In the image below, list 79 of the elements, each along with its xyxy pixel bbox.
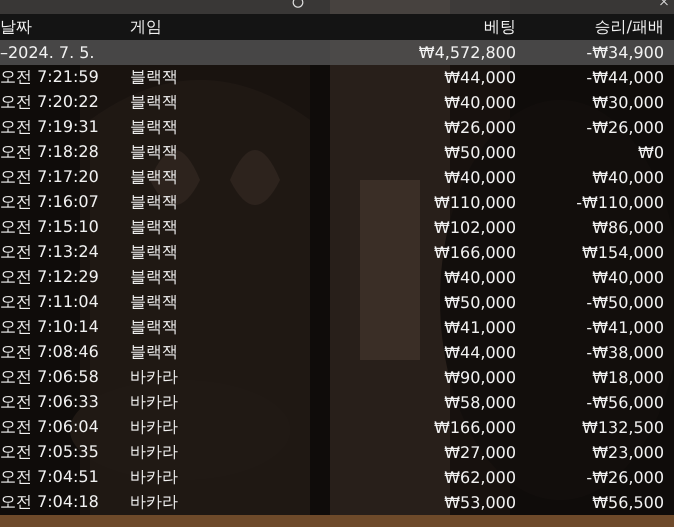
bet-cell-text: ₩27,000 (443, 443, 516, 462)
bet-cell-text: ₩166,000 (433, 243, 516, 262)
bet-cell-text: ₩41,000 (443, 318, 516, 337)
game-cell-text: 블랙잭 (130, 192, 179, 213)
result-cell-text: -₩110,000 (575, 193, 664, 212)
game-cell-text: 블랙잭 (130, 342, 179, 363)
game-cell-text: 블랙잭 (130, 92, 179, 113)
result-cell-text: -₩26,000 (585, 118, 664, 137)
bet-cell-text: ₩50,000 (443, 143, 516, 162)
result-cell-text: ₩23,000 (591, 443, 664, 462)
result-cell-text: ₩132,500 (581, 418, 664, 437)
bet-cell-text: ₩53,000 (443, 493, 516, 512)
game-cell-text: 블랙잭 (130, 292, 179, 313)
time-cell-text: 오전 7:04:51 (0, 467, 100, 488)
bet-cell-text: ₩58,000 (443, 393, 516, 412)
time-cell-text: 오전 7:19:31 (0, 117, 100, 138)
result-cell-text: -₩44,000 (585, 68, 664, 87)
bet-cell-text: ₩166,000 (433, 418, 516, 437)
game-cell-text: 블랙잭 (130, 142, 179, 163)
game-cell-text: 바카라 (130, 467, 179, 488)
game-cell-text: 블랙잭 (130, 317, 179, 338)
bet-cell-text: ₩40,000 (443, 93, 516, 112)
column-header: 승리/패배 (594, 16, 664, 38)
result-cell-text: -₩26,000 (585, 468, 664, 487)
time-cell-text: 오전 7:13:24 (0, 242, 100, 263)
column-header: 날짜 (0, 16, 33, 38)
time-cell-text: 오전 7:05:35 (0, 442, 100, 463)
time-cell-text: 오전 7:11:04 (0, 292, 100, 313)
game-cell-text: 바카라 (130, 417, 179, 438)
time-cell-text: 오전 7:21:59 (0, 67, 100, 88)
time-cell-text: 오전 7:15:10 (0, 217, 100, 238)
column-header: 게임 (130, 16, 163, 38)
time-cell-text: 오전 7:12:29 (0, 267, 100, 288)
bet-cell-text: ₩4,572,800 (418, 43, 516, 62)
game-cell-text: 블랙잭 (130, 267, 179, 288)
time-cell-text: 오전 7:16:07 (0, 192, 100, 213)
result-cell-text: ₩56,500 (591, 493, 664, 512)
bet-cell-text: ₩44,000 (443, 68, 516, 87)
result-cell-text: ₩30,000 (591, 93, 664, 112)
bet-cell-text: ₩102,000 (433, 218, 516, 237)
bet-cell-text: ₩110,000 (433, 193, 516, 212)
time-cell-text: 오전 7:08:46 (0, 342, 100, 363)
bet-cell-text: ₩90,000 (443, 368, 516, 387)
bet-cell-text: ₩62,000 (443, 468, 516, 487)
time-cell-text: 오전 7:10:14 (0, 317, 100, 338)
result-cell-text: ₩18,000 (591, 368, 664, 387)
game-cell-text: 바카라 (130, 367, 179, 388)
bet-cell-text: ₩40,000 (443, 168, 516, 187)
date-cell-text: –2024. 7. 5. (0, 43, 96, 62)
bet-cell-text: ₩40,000 (443, 268, 516, 287)
game-cell-text: 블랙잭 (130, 242, 179, 263)
time-cell-text: 오전 7:18:28 (0, 142, 100, 163)
time-cell-text: 오전 7:17:20 (0, 167, 100, 188)
bet-cell-text: ₩26,000 (443, 118, 516, 137)
time-cell-text: 오전 7:04:18 (0, 492, 100, 513)
time-cell-text: 오전 7:06:04 (0, 417, 100, 438)
game-cell-text: 블랙잭 (130, 217, 179, 238)
game-cell-text: 블랙잭 (130, 167, 179, 188)
game-cell-text: 블랙잭 (130, 117, 179, 138)
time-cell-text: 오전 7:06:58 (0, 367, 100, 388)
bet-cell-text: ₩50,000 (443, 293, 516, 312)
time-cell-text: 오전 7:06:33 (0, 392, 100, 413)
column-header: 베팅 (483, 16, 516, 38)
result-cell-text: ₩40,000 (591, 168, 664, 187)
game-cell-text: 바카라 (130, 442, 179, 463)
game-cell-text: 바카라 (130, 392, 179, 413)
result-cell-text: ₩0 (637, 143, 664, 162)
result-cell-text: -₩41,000 (585, 318, 664, 337)
result-cell-text: ₩86,000 (591, 218, 664, 237)
result-cell-text: -₩56,000 (585, 393, 664, 412)
game-cell-text: 블랙잭 (130, 67, 179, 88)
result-cell-text: ₩40,000 (591, 268, 664, 287)
result-cell-text: -₩50,000 (585, 293, 664, 312)
bet-cell-text: ₩44,000 (443, 343, 516, 362)
result-cell-text: -₩34,900 (585, 43, 664, 62)
result-cell-text: -₩38,000 (585, 343, 664, 362)
time-cell-text: 오전 7:20:22 (0, 92, 100, 113)
game-cell-text: 바카라 (130, 492, 179, 513)
result-cell-text: ₩154,000 (581, 243, 664, 262)
